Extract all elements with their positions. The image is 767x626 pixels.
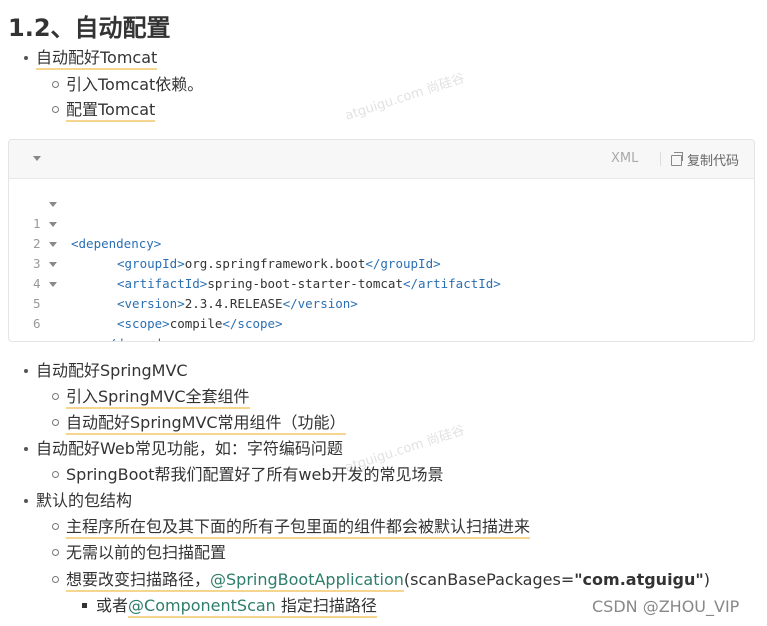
list-item-web: 自动配好Web常见功能，如：字符编码问题 xyxy=(24,439,343,458)
list-subitem: 无需以前的包扫描配置 xyxy=(51,543,227,562)
section-heading: 1.2、自动配置 xyxy=(8,14,171,42)
collapse-icon[interactable] xyxy=(33,156,41,161)
list-subitem: 引入Tomcat依赖。 xyxy=(51,75,204,94)
list-subitem: 引入SpringMVC全套组件 xyxy=(52,387,250,409)
fold-icon[interactable] xyxy=(49,262,57,267)
list-subitem: 配置Tomcat xyxy=(51,100,156,122)
fold-icon[interactable] xyxy=(49,222,57,227)
list-subitem: 主程序所在包及其下面的所有子包里面的组件都会被默认扫描进来 xyxy=(51,517,531,539)
code-line: 3 <artifactId>spring-boot-starter-tomcat… xyxy=(9,234,501,291)
fold-icon[interactable] xyxy=(49,202,57,207)
code-block-header: XML 复制代码 xyxy=(9,140,754,179)
code-block: XML 复制代码 1 <dependency> 2 <groupId>org.s… xyxy=(8,139,755,342)
list-subitem-scan-path: 想要改变扫描路径，@SpringBootApplication(scanBase… xyxy=(52,570,710,592)
list-subitem: SpringBoot帮我们配置好了所有web开发的常见场景 xyxy=(52,465,444,484)
copy-icon xyxy=(671,152,683,166)
code-line: 4 <version>2.3.4.RELEASE</version> xyxy=(9,254,358,311)
code-line: 6 </dependency> xyxy=(33,316,199,341)
list-subitem: 自动配好SpringMVC常用组件（功能） xyxy=(52,413,346,435)
code-line: 1 <dependency> xyxy=(9,194,161,251)
list-item-springmvc: 自动配好SpringMVC xyxy=(24,361,188,380)
code-line: 5 <scope>compile</scope> xyxy=(9,274,283,331)
watermark: atguigu.com 尚硅谷 xyxy=(343,71,467,124)
copy-code-button[interactable]: 复制代码 xyxy=(671,150,739,169)
code-language: XML xyxy=(611,151,639,166)
code-line: 2 <groupId>org.springframework.boot</gro… xyxy=(9,214,441,271)
attribution-watermark: CSDN @ZHOU_VIP xyxy=(592,597,740,616)
fold-icon[interactable] xyxy=(49,242,57,247)
list-item-tomcat: 自动配好Tomcat xyxy=(23,48,158,70)
list-item-package: 默认的包结构 xyxy=(23,491,133,510)
fold-icon[interactable] xyxy=(49,282,57,287)
header-divider xyxy=(660,152,661,166)
list-subsubitem: 或者@ComponentScan 指定扫描路径 xyxy=(82,596,377,618)
